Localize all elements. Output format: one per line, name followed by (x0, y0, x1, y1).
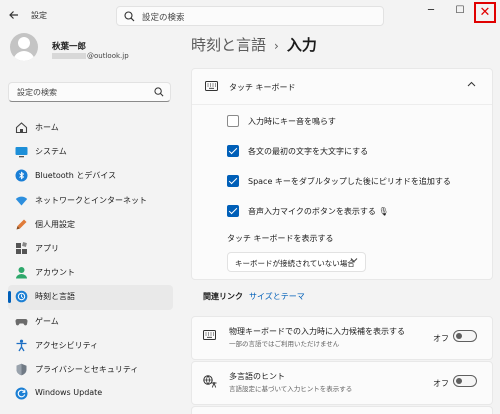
multilingual-title: 多言語のヒント (229, 372, 285, 381)
accessibility-icon (15, 339, 28, 352)
keyboard-icon (203, 330, 216, 342)
sidebar-item-apps[interactable]: アプリ (8, 237, 173, 261)
sidebar-item-accessibility[interactable]: アクセシビリティ (8, 334, 173, 358)
sidebar-item-windows-update[interactable]: Windows Update (8, 382, 173, 406)
close-button[interactable]: ✕ (474, 2, 496, 23)
touch-keyboard-title: タッチ キーボード (229, 83, 296, 92)
apps-icon (15, 241, 28, 255)
sidebar-item-system[interactable]: システム (8, 140, 173, 164)
windows-update-icon (15, 387, 28, 400)
double-space-period-checkbox[interactable] (227, 175, 239, 187)
sidebar-item-personalization[interactable]: 個人用設定 (8, 213, 173, 237)
minimize-button[interactable]: ─ (421, 2, 441, 20)
multilingual-subtitle: 言語設定に基づいて入力ヒントを表示する (229, 385, 353, 393)
related-links: 関連リンク サイズとテーマ (191, 282, 493, 310)
personalization-icon (15, 218, 28, 231)
capitalize-label: 各文の最初の文字を大文字にする (248, 147, 369, 156)
sidebar-item-bluetooth[interactable]: Bluetooth とデバイス (8, 164, 173, 188)
voice-mic-label: 音声入力マイクのボタンを表示する 🎙 (248, 207, 389, 216)
app-title: 設定 (31, 11, 47, 20)
profile-name: 秋葉一郎 (52, 42, 87, 52)
profile-email: @outlook.jp (52, 52, 129, 60)
multilingual-toggle[interactable] (453, 375, 477, 387)
multilingual-hints-setting: 多言語のヒント 言語設定に基づいて入力ヒントを表示する オフ (191, 361, 493, 405)
show-touch-keyboard-dropdown[interactable]: キーボードが接続されていない場合 (227, 252, 366, 272)
privacy-icon (15, 363, 28, 376)
sidebar-item-network[interactable]: ネットワークとインターネット (8, 189, 173, 213)
search-placeholder: 設定の検索 (142, 13, 185, 23)
hardware-keyboard-toggle[interactable] (453, 330, 477, 342)
hardware-keyboard-title: 物理キーボードでの入力時に入力候補を表示する (229, 327, 405, 336)
breadcrumb: 時刻と言語 › 入力 (191, 34, 317, 55)
sidebar-item-time-language[interactable]: 時刻と言語 (8, 285, 173, 310)
avatar (10, 33, 38, 61)
sidebar-search-placeholder: 設定の検索 (17, 88, 57, 97)
capitalize-checkbox[interactable] (227, 145, 239, 157)
chevron-up-icon[interactable] (467, 80, 476, 90)
search-input[interactable]: 設定の検索 (116, 6, 384, 26)
double-space-period-label: Space キーをダブルタップした後にピリオドを追加する (248, 177, 451, 186)
hardware-keyboard-suggestions-setting: 物理キーボードでの入力時に入力候補を表示する 一部の言語ではご利用いただけません… (191, 316, 493, 360)
hardware-keyboard-toggle-label: オフ (433, 334, 449, 343)
related-links-label: 関連リンク (203, 292, 243, 301)
dropdown-value: キーボードが接続されていない場合 (235, 259, 355, 268)
time-language-icon (15, 290, 28, 303)
sidebar-search-input[interactable]: 設定の検索 (8, 82, 171, 102)
redacted-email-prefix (52, 53, 86, 59)
next-setting-card (191, 406, 493, 414)
size-theme-link[interactable]: サイズとテーマ (249, 291, 305, 302)
touch-keyboard-header[interactable]: タッチ キーボード (192, 69, 492, 105)
sidebar-nav: ホーム システム Bluetooth とデバイス ネットワークとインターネット … (8, 116, 173, 406)
breadcrumb-parent[interactable]: 時刻と言語 (191, 36, 266, 54)
touch-keyboard-section: タッチ キーボード 入力時にキー音を鳴らす 各文の最初の文字を大文字にする Sp… (191, 68, 493, 280)
home-icon (15, 121, 28, 134)
title-bar: 設定 設定の検索 ─ ☐ ✕ (0, 0, 500, 30)
key-sound-checkbox[interactable] (227, 115, 239, 127)
system-icon (15, 145, 28, 158)
gaming-icon (15, 315, 28, 328)
hardware-keyboard-subtitle: 一部の言語ではご利用いただけません (229, 340, 340, 348)
breadcrumb-separator: › (274, 39, 279, 53)
search-icon (154, 87, 164, 99)
network-icon (15, 194, 28, 207)
sidebar-item-home[interactable]: ホーム (8, 116, 173, 140)
search-icon (124, 11, 135, 24)
show-touch-keyboard-label: タッチ キーボードを表示する (227, 234, 334, 243)
sidebar-item-gaming[interactable]: ゲーム (8, 310, 173, 334)
page-title: 入力 (286, 36, 317, 54)
chevron-down-icon (350, 257, 358, 265)
bluetooth-icon (15, 169, 28, 182)
sidebar-item-account[interactable]: アカウント (8, 261, 173, 285)
arrow-left-icon[interactable] (8, 9, 20, 21)
multilingual-toggle-label: オフ (433, 379, 449, 388)
maximize-button[interactable]: ☐ (450, 2, 470, 20)
key-sound-label: 入力時にキー音を鳴らす (248, 117, 336, 126)
voice-mic-checkbox[interactable] (227, 205, 239, 217)
keyboard-icon (205, 81, 218, 93)
sidebar-item-privacy[interactable]: プライバシーとセキュリティ (8, 358, 173, 382)
multilingual-icon (203, 375, 217, 390)
account-icon (15, 266, 28, 279)
